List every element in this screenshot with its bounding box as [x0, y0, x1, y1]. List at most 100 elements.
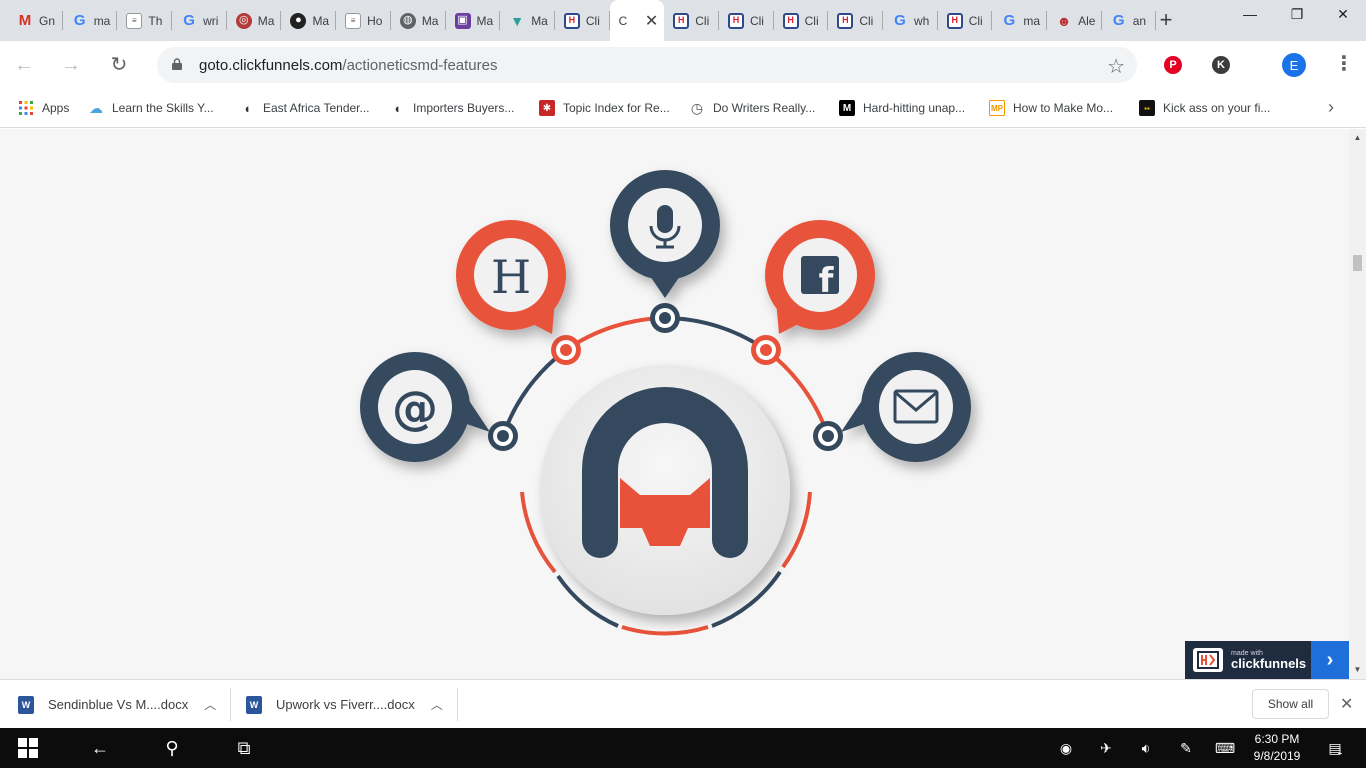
new-tab-button[interactable]: + — [1154, 8, 1178, 32]
chevron-right-icon[interactable]: › — [1328, 97, 1334, 118]
clickfunnels-badge[interactable]: made with clickfunnels › — [1185, 641, 1349, 679]
back-button[interactable]: ← — [12, 53, 36, 77]
tab-active[interactable]: C ✕ — [609, 0, 665, 41]
forward-button[interactable]: → — [59, 53, 83, 77]
search-icon[interactable]: ⚲ — [148, 728, 196, 768]
tab[interactable]: H Cli — [828, 0, 883, 41]
word-document-icon: W — [18, 695, 34, 714]
pen-icon[interactable]: ✎ — [1172, 728, 1200, 768]
close-icon[interactable]: ✕ — [645, 11, 658, 31]
bookmark-kick[interactable]: ▪▪ Kick ass on your fi... — [1139, 98, 1270, 118]
record-icon[interactable]: ◉ — [1052, 728, 1080, 768]
dark-circle-icon: ● — [290, 12, 307, 29]
tab[interactable]: ◎ Ma — [227, 0, 282, 41]
address-bar[interactable]: goto.clickfunnels.com/actioneticsmd-feat… — [157, 47, 1137, 83]
bookmark-label: How to Make Mo... — [1013, 101, 1114, 115]
tab-title: Ma — [476, 13, 494, 28]
tab[interactable]: Gwri — [172, 0, 227, 41]
kick-icon: ▪▪ — [1139, 100, 1155, 116]
bookmark-writers[interactable]: ◷ Do Writers Really... — [689, 98, 815, 118]
tab[interactable]: H Cli — [555, 0, 610, 41]
system-clock[interactable]: 6:30 PM 9/8/2019 — [1252, 731, 1302, 765]
tab-title: Cli — [968, 13, 983, 28]
gmail-icon: M — [18, 12, 32, 29]
tab[interactable]: Gan — [1102, 0, 1157, 41]
purple-icon: ▣ — [454, 12, 471, 29]
tab-title: Th — [148, 13, 163, 28]
tab[interactable]: ≡ Ho — [336, 0, 391, 41]
url-domain: goto.clickfunnels.com — [199, 57, 343, 74]
bookmark-label: Apps — [42, 101, 70, 115]
windows-start-icon[interactable] — [4, 728, 52, 768]
show-all-button[interactable]: Show all — [1252, 689, 1329, 719]
tab[interactable]: ☻ Ale — [1047, 0, 1102, 41]
tab[interactable]: ≡ Th — [117, 0, 172, 41]
tab[interactable]: Gwh — [883, 0, 938, 41]
download-shelf: W Sendinblue Vs M....docx ︿ W Upwork vs … — [0, 679, 1366, 728]
topic-icon: ✱ — [539, 100, 555, 116]
chevron-right-icon[interactable]: › — [1311, 641, 1349, 679]
tab[interactable]: ● Ma — [281, 0, 336, 41]
bookmark-star-icon[interactable]: ☆ — [1107, 54, 1125, 79]
tab[interactable]: H Cli — [719, 0, 774, 41]
windows-taskbar: ← ⚲ ⧉ ◉ ✈ 🔉︎ ✎ ⌨ 6:30 PM 9/8/2019 ▤ 1 — [0, 728, 1366, 768]
download-item[interactable]: W Upwork vs Fiverr....docx ︿ — [246, 680, 443, 729]
tab[interactable]: ◍ Ma — [391, 0, 446, 41]
notification-icon[interactable]: ▤ 1 — [1320, 728, 1350, 768]
tab[interactable]: H Cli — [664, 0, 719, 41]
browser-toolbar: ← → ↻ goto.clickfunnels.com/actioneticsm… — [0, 41, 1366, 89]
minimize-button[interactable]: — — [1227, 0, 1273, 30]
disc-icon: ◎ — [235, 12, 252, 29]
download-filename: Upwork vs Fiverr....docx — [276, 697, 415, 712]
restore-button[interactable]: ❐ — [1274, 0, 1320, 30]
reload-button[interactable]: ↻ — [107, 53, 131, 77]
bookmark-importers[interactable]: ◖ Importers Buyers... — [389, 98, 514, 118]
task-view-icon[interactable]: ⧉ — [220, 728, 268, 768]
pinterest-extension-icon[interactable]: P — [1164, 56, 1182, 74]
tab-title: wri — [203, 13, 219, 28]
tab[interactable]: ▼ Ma — [500, 0, 555, 41]
notification-count: 1 — [1337, 745, 1343, 756]
clock-time: 6:30 PM — [1254, 732, 1300, 746]
chevron-up-icon[interactable]: ︿ — [431, 696, 443, 713]
tab[interactable]: H Cli — [938, 0, 993, 41]
bookmark-label: East Africa Tender... — [263, 101, 370, 115]
bookmark-apps[interactable]: Apps — [18, 98, 69, 118]
tab[interactable]: Gma — [63, 0, 118, 41]
clickfunnels-badge-text: made with clickfunnels — [1231, 650, 1306, 670]
bookmark-label: Importers Buyers... — [413, 101, 515, 115]
profile-avatar[interactable]: E — [1282, 53, 1306, 77]
bookmark-howto[interactable]: MP How to Make Mo... — [989, 98, 1113, 118]
keyboard-icon[interactable]: ⌨ — [1210, 728, 1240, 768]
bookmark-learn[interactable]: ☁ Learn the Skills Y... — [88, 98, 214, 118]
tab-title: C — [618, 13, 628, 28]
back-arrow-icon[interactable]: ← — [76, 728, 124, 768]
bookmark-medium[interactable]: M Hard-hitting unap... — [839, 98, 965, 118]
bookmark-topic[interactable]: ✱ Topic Index for Re... — [539, 98, 670, 118]
download-item[interactable]: W Sendinblue Vs M....docx ︿ — [18, 680, 216, 729]
k-extension-icon[interactable]: K — [1212, 56, 1230, 74]
learn-icon: ☁ — [89, 99, 103, 116]
tab[interactable]: M Gn — [8, 0, 63, 41]
tab[interactable]: H Cli — [774, 0, 829, 41]
tab[interactable]: Gma — [992, 0, 1047, 41]
tender-icon: ◖ — [243, 100, 251, 116]
mp-icon: MP — [989, 100, 1005, 116]
bookmark-label: Do Writers Really... — [713, 101, 816, 115]
bookmark-label: Hard-hitting unap... — [863, 101, 966, 115]
scroll-up-icon[interactable]: ▲ — [1352, 133, 1363, 143]
close-window-button[interactable]: ✕ — [1320, 0, 1366, 30]
word-document-icon: W — [246, 695, 262, 714]
page-scrollbar[interactable]: ▲ ▼ — [1349, 129, 1366, 679]
bookmark-tender[interactable]: ◖ East Africa Tender... — [239, 98, 370, 118]
network-icon[interactable]: ✈ — [1092, 728, 1120, 768]
volume-icon[interactable]: 🔉︎ — [1132, 728, 1160, 768]
divider — [230, 688, 231, 721]
tab[interactable]: ▣ Ma — [446, 0, 501, 41]
scroll-thumb[interactable] — [1353, 255, 1362, 271]
close-icon[interactable]: ✕ — [1340, 694, 1353, 714]
scroll-down-icon[interactable]: ▼ — [1352, 665, 1363, 675]
tab-title: ma — [93, 13, 111, 28]
more-menu-icon[interactable]: ⋮ — [1334, 53, 1354, 77]
chevron-up-icon[interactable]: ︿ — [204, 696, 216, 713]
